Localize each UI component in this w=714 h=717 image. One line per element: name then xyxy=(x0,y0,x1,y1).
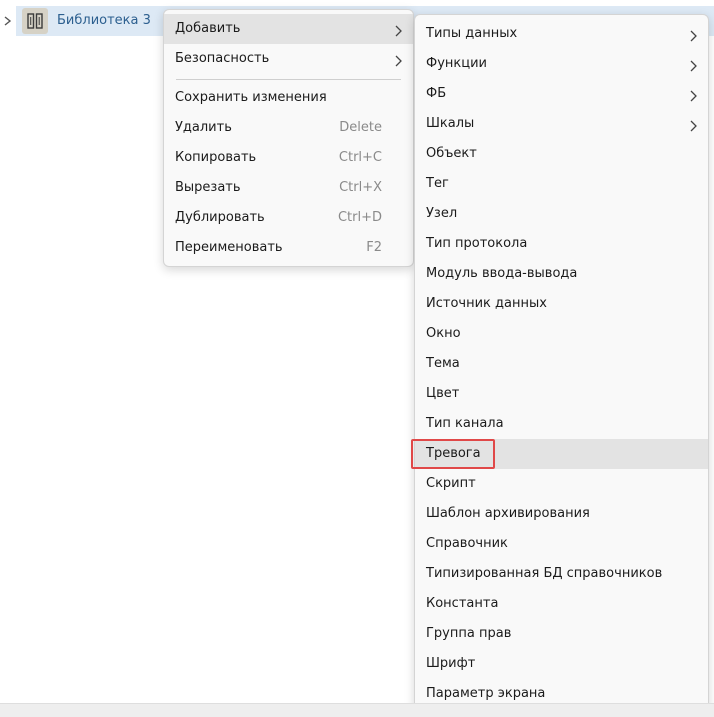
shortcut-label: F2 xyxy=(366,240,382,255)
menu-item-label: Удалить xyxy=(175,120,232,135)
menu-item-label: Тег xyxy=(426,176,449,191)
menu-item-save-changes[interactable]: Сохранить изменения xyxy=(164,83,413,113)
submenu-item-data-source[interactable]: Источник данных xyxy=(415,289,708,319)
menu-item-label: Дублировать xyxy=(175,210,265,225)
chevron-right-icon xyxy=(394,21,403,37)
submenu-item-window[interactable]: Окно xyxy=(415,319,708,349)
menu-item-copy[interactable]: Копировать Ctrl+C xyxy=(164,143,413,173)
submenu-item-scales[interactable]: Шкалы xyxy=(415,109,708,139)
menu-item-label: Шаблон архивирования xyxy=(426,506,590,521)
library-icon xyxy=(22,8,48,34)
menu-item-label: Копировать xyxy=(175,150,257,165)
submenu-item-constant[interactable]: Константа xyxy=(415,589,708,619)
menu-item-label: Окно xyxy=(426,326,461,341)
menu-item-label: Источник данных xyxy=(426,296,547,311)
chevron-right-icon xyxy=(689,116,698,132)
menu-item-delete[interactable]: Удалить Delete xyxy=(164,113,413,143)
chevron-right-icon xyxy=(394,51,403,67)
menu-item-label: Вырезать xyxy=(175,180,241,195)
menu-item-label: Безопасность xyxy=(175,51,270,66)
menu-item-label: Тип канала xyxy=(426,416,504,431)
submenu-item-archive-template[interactable]: Шаблон архивирования xyxy=(415,499,708,529)
menu-item-label: Константа xyxy=(426,596,499,611)
menu-item-label: Тревога xyxy=(426,446,481,461)
menu-item-label: Группа прав xyxy=(426,626,512,641)
submenu-item-script[interactable]: Скрипт xyxy=(415,469,708,499)
menu-item-label: Добавить xyxy=(175,21,241,36)
submenu-item-reference[interactable]: Справочник xyxy=(415,529,708,559)
shortcut-label: Delete xyxy=(339,120,382,135)
submenu-item-theme[interactable]: Тема xyxy=(415,349,708,379)
menu-item-label: Переименовать xyxy=(175,240,283,255)
menu-item-label: Шрифт xyxy=(426,656,476,671)
menu-item-label: Справочник xyxy=(426,536,508,551)
menu-item-label: ФБ xyxy=(426,86,447,101)
bottom-panel xyxy=(0,703,714,717)
submenu-item-functions[interactable]: Функции xyxy=(415,49,708,79)
menu-item-label: Параметр экрана xyxy=(426,686,546,701)
submenu-item-protocol-type[interactable]: Тип протокола xyxy=(415,229,708,259)
submenu-item-permission-group[interactable]: Группа прав xyxy=(415,619,708,649)
submenu-item-color[interactable]: Цвет xyxy=(415,379,708,409)
submenu-item-data-types[interactable]: Типы данных xyxy=(415,19,708,49)
chevron-right-icon xyxy=(689,56,698,72)
menu-item-label: Цвет xyxy=(426,386,460,401)
submenu-item-node[interactable]: Узел xyxy=(415,199,708,229)
menu-item-label: Типы данных xyxy=(426,26,518,41)
submenu-item-object[interactable]: Объект xyxy=(415,139,708,169)
menu-item-label: Узел xyxy=(426,206,458,221)
shortcut-label: Ctrl+D xyxy=(337,210,382,225)
menu-item-label: Тема xyxy=(426,356,460,371)
menu-item-label: Шкалы xyxy=(426,116,475,131)
shortcut-label: Ctrl+X xyxy=(339,180,382,195)
context-menu: Добавить Безопасность Сохранить изменени… xyxy=(163,9,414,267)
menu-item-cut[interactable]: Вырезать Ctrl+X xyxy=(164,173,413,203)
submenu-item-io-module[interactable]: Модуль ввода-вывода xyxy=(415,259,708,289)
submenu-item-typed-reference-db[interactable]: Типизированная БД справочников xyxy=(415,559,708,589)
menu-item-rename[interactable]: Переименовать F2 xyxy=(164,233,413,263)
menu-item-label: Объект xyxy=(426,146,477,161)
submenu-item-font[interactable]: Шрифт xyxy=(415,649,708,679)
menu-item-label: Тип протокола xyxy=(426,236,528,251)
menu-item-duplicate[interactable]: Дублировать Ctrl+D xyxy=(164,203,413,233)
chevron-right-icon[interactable] xyxy=(2,13,14,29)
menu-item-label: Типизированная БД справочников xyxy=(426,566,663,581)
submenu-item-channel-type[interactable]: Тип канала xyxy=(415,409,708,439)
menu-item-add[interactable]: Добавить xyxy=(164,14,413,44)
add-submenu: Типы данных Функции ФБ Шкалы Объект Тег … xyxy=(411,14,709,712)
menu-item-label: Модуль ввода-вывода xyxy=(426,266,578,281)
menu-item-label: Скрипт xyxy=(426,476,476,491)
library-label[interactable]: Библиотека 3 xyxy=(57,6,151,36)
submenu-item-fb[interactable]: ФБ xyxy=(415,79,708,109)
chevron-right-icon xyxy=(689,26,698,42)
submenu-item-alarm[interactable]: Тревога xyxy=(411,439,708,469)
menu-item-label: Функции xyxy=(426,56,487,71)
menu-separator xyxy=(176,79,401,80)
shortcut-label: Ctrl+C xyxy=(338,150,382,165)
menu-item-label: Сохранить изменения xyxy=(175,90,327,105)
submenu-item-tag[interactable]: Тег xyxy=(415,169,708,199)
menu-item-security[interactable]: Безопасность xyxy=(164,44,413,74)
chevron-right-icon xyxy=(689,86,698,102)
